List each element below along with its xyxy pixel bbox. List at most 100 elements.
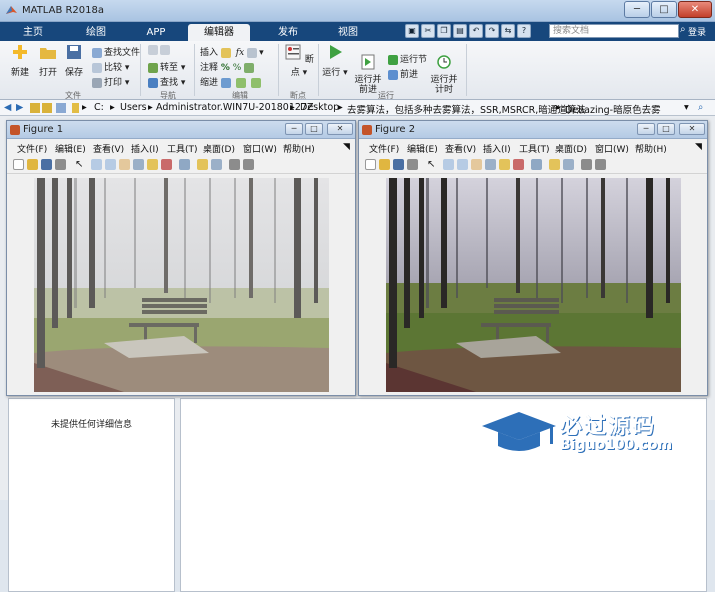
pointer-icon[interactable]: ↖ <box>75 159 86 170</box>
breakpoints-button[interactable]: 断点 ▾ <box>284 44 314 78</box>
save-icon[interactable] <box>41 159 52 170</box>
zoom-out-icon[interactable] <box>105 159 116 170</box>
menu-insert[interactable]: 插入(I) <box>483 142 511 155</box>
figure-2-window[interactable]: Figure 2 ─ □ ✕ 文件(F) 编辑(E) 查看(V) 插入(I) 工… <box>358 120 708 396</box>
new-figure-icon[interactable] <box>13 159 24 170</box>
redo-icon[interactable]: ↷ <box>485 24 499 38</box>
tab-plots[interactable]: 绘图 <box>70 24 122 41</box>
tab-editor[interactable]: 编辑器 <box>188 24 250 41</box>
open-icon[interactable] <box>379 159 390 170</box>
path-dropdown-icon[interactable]: ▾ <box>684 102 689 113</box>
back-icon[interactable]: ◀ <box>4 102 11 113</box>
menu-view[interactable]: 查看(V) <box>445 142 476 155</box>
run-button[interactable]: 运行 ▾ <box>322 44 348 78</box>
run-and-time-button[interactable]: 运行并 计时 <box>428 44 460 95</box>
tab-view[interactable]: 视图 <box>322 24 374 41</box>
print-button[interactable]: 打印 ▾ <box>92 75 129 88</box>
show-tools-icon[interactable] <box>595 159 606 170</box>
save-button[interactable]: 保存 <box>62 44 86 78</box>
maximize-button[interactable]: □ <box>305 123 323 135</box>
link-icon[interactable] <box>531 159 542 170</box>
brush-icon[interactable] <box>161 159 172 170</box>
path-drive[interactable]: C: <box>94 102 104 113</box>
save-icon[interactable]: ▣ <box>405 24 419 38</box>
search-folder-icon[interactable]: ⌕ <box>698 102 703 113</box>
open-icon[interactable] <box>27 159 38 170</box>
forward-icon[interactable]: ▶ <box>16 102 23 113</box>
search-docs-input[interactable]: 搜索文档 <box>549 24 679 38</box>
pan-icon[interactable] <box>119 159 130 170</box>
close-button[interactable]: ✕ <box>327 123 353 135</box>
menu-edit[interactable]: 编辑(E) <box>55 142 86 155</box>
legend-icon[interactable] <box>563 159 574 170</box>
close-button[interactable]: ✕ <box>678 1 712 18</box>
close-button[interactable]: ✕ <box>679 123 705 135</box>
folder-up-icon[interactable] <box>42 103 52 113</box>
tab-apps[interactable]: APP <box>130 24 182 41</box>
zoom-out-icon[interactable] <box>457 159 468 170</box>
show-tools-icon[interactable] <box>243 159 254 170</box>
menu-window[interactable]: 窗口(W) <box>243 142 277 155</box>
new-button[interactable]: 新建 <box>8 44 32 78</box>
figure-2-titlebar[interactable]: Figure 2 ─ □ ✕ <box>359 121 707 139</box>
menu-help[interactable]: 帮助(H) <box>283 142 315 155</box>
find-files-button[interactable]: 查找文件 <box>92 45 140 58</box>
indent-button[interactable]: 缩进 <box>200 75 263 88</box>
goto-button[interactable]: 转至 ▾ <box>148 60 185 73</box>
minimize-button[interactable]: ─ <box>637 123 655 135</box>
data-cursor-icon[interactable] <box>147 159 158 170</box>
path-dehaze-folder[interactable]: 去雾算法，包括多种去雾算法，SSR,MSRCR,暗通道算法 <box>347 102 586 116</box>
path-desktop[interactable]: Desktop <box>300 102 339 113</box>
menu-insert[interactable]: 插入(I) <box>131 142 159 155</box>
login-link[interactable]: 登录 <box>688 25 706 38</box>
undo-icon[interactable]: ↶ <box>469 24 483 38</box>
menu-tools[interactable]: 工具(T) <box>519 142 550 155</box>
menu-view[interactable]: 查看(V) <box>93 142 124 155</box>
maximize-button[interactable]: □ <box>657 123 675 135</box>
nav-arrows[interactable] <box>148 45 172 56</box>
open-button[interactable]: 打开 <box>36 44 60 78</box>
menu-help[interactable]: 帮助(H) <box>635 142 667 155</box>
tab-home[interactable]: 主页 <box>8 24 58 41</box>
colorbar-icon[interactable] <box>197 159 208 170</box>
data-cursor-icon[interactable] <box>499 159 510 170</box>
minimize-button[interactable]: ─ <box>624 1 650 18</box>
print-icon[interactable] <box>55 159 66 170</box>
menu-tools[interactable]: 工具(T) <box>167 142 198 155</box>
cut-icon[interactable]: ✂ <box>421 24 435 38</box>
path-users[interactable]: Users <box>120 102 147 113</box>
hide-tools-icon[interactable] <box>229 159 240 170</box>
maximize-button[interactable]: □ <box>651 1 677 18</box>
menubar-dock-icon[interactable]: ◥ <box>695 142 702 152</box>
new-figure-icon[interactable] <box>365 159 376 170</box>
run-advance-button[interactable]: 运行并 前进 <box>352 44 384 95</box>
pan-icon[interactable] <box>471 159 482 170</box>
folder-icon[interactable] <box>30 103 40 113</box>
hide-tools-icon[interactable] <box>581 159 592 170</box>
paste-icon[interactable]: ▤ <box>453 24 467 38</box>
legend-icon[interactable] <box>211 159 222 170</box>
comment-button[interactable]: 注释 % % <box>200 60 256 73</box>
advance-button[interactable]: 前进 <box>388 67 418 80</box>
colorbar-icon[interactable] <box>549 159 560 170</box>
menu-edit[interactable]: 编辑(E) <box>407 142 438 155</box>
copy-icon[interactable]: ❐ <box>437 24 451 38</box>
browse-icon[interactable] <box>56 103 66 113</box>
figure-1-titlebar[interactable]: Figure 1 ─ □ ✕ <box>7 121 355 139</box>
path-current-folder[interactable]: Dehazing-暗原色去雾 <box>565 102 661 116</box>
tab-publish[interactable]: 发布 <box>262 24 314 41</box>
run-section-button[interactable]: 运行节 <box>388 52 427 65</box>
pointer-icon[interactable]: ↖ <box>427 159 438 170</box>
rotate-icon[interactable] <box>133 159 144 170</box>
compare-button[interactable]: 比较 ▾ <box>92 60 129 73</box>
menu-file[interactable]: 文件(F) <box>17 142 47 155</box>
help-icon[interactable]: ? <box>517 24 531 38</box>
figure-1-window[interactable]: Figure 1 ─ □ ✕ 文件(F) 编辑(E) 查看(V) 插入(I) 工… <box>6 120 356 396</box>
menu-file[interactable]: 文件(F) <box>369 142 399 155</box>
brush-icon[interactable] <box>513 159 524 170</box>
menu-window[interactable]: 窗口(W) <box>595 142 629 155</box>
switch-window-icon[interactable]: ⇆ <box>501 24 515 38</box>
zoom-in-icon[interactable] <box>443 159 454 170</box>
menu-desktop[interactable]: 桌面(D) <box>555 142 587 155</box>
link-icon[interactable] <box>179 159 190 170</box>
